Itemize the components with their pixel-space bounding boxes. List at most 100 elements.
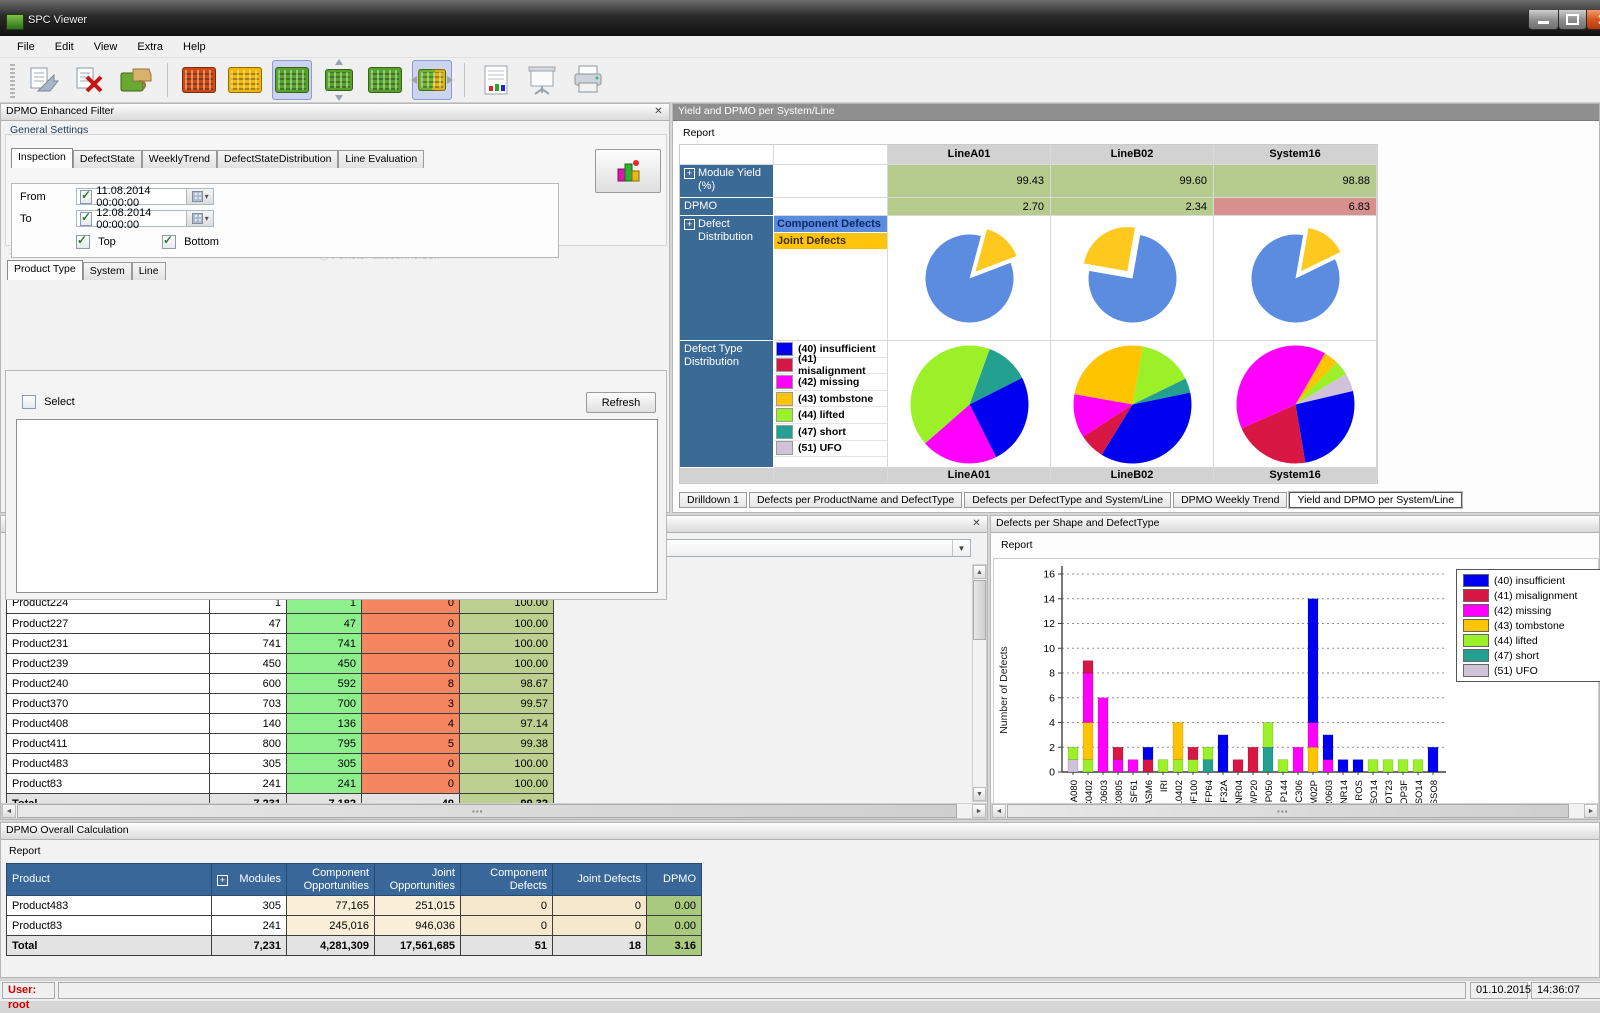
scroll-thumb[interactable] [973,580,986,640]
table-cell: Product240 [7,674,210,694]
col-header-dpmo[interactable]: DPMO [647,864,702,896]
col-header-modules[interactable]: +Modules [212,864,287,896]
scroll-right-icon[interactable]: ► [972,804,986,818]
minimize-button[interactable] [1528,10,1559,30]
table-cell: 100.00 [460,634,554,654]
to-date-field[interactable]: 12.08.2014 00:00:00 ▾ [76,210,214,227]
folder-board-icon [119,65,153,95]
col-header-joint-defects[interactable]: Joint Defects [553,864,647,896]
col-header-component-opportunities[interactable]: Component Opportunities [287,864,375,896]
tab-defects-per-productname[interactable]: Defects per ProductName and DefectType [749,492,962,508]
load-board-button[interactable] [117,61,155,99]
svg-text:NR14: NR14 [1339,780,1350,803]
table-cell: Product239 [7,654,210,674]
generate-report-button[interactable] [595,149,661,193]
tab-yield-and-dpmo[interactable]: Yield and DPMO per System/Line [1289,492,1462,508]
scroll-down-icon[interactable]: ▼ [973,787,986,801]
delete-report-button[interactable] [71,61,109,99]
tab-defects-per-defecttype[interactable]: Defects per DefectType and System/Line [964,492,1171,508]
board-view-button[interactable] [366,61,404,99]
defect-type-distribution-row-label: Defect Type Distribution [680,341,774,468]
top-checkbox[interactable] [76,235,90,249]
table-cell: 600 [210,674,287,694]
report-button[interactable] [477,61,515,99]
tab-product-type[interactable]: Product Type [7,260,83,280]
board-compare-button[interactable] [412,60,452,100]
tab-system[interactable]: System [83,262,132,280]
maximize-button[interactable] [1558,10,1587,30]
scroll-left-icon[interactable]: ◄ [2,804,16,818]
refresh-button[interactable]: Refresh [586,392,656,413]
arrow-up-icon [335,59,343,65]
col-header-component-defects[interactable]: Component Defects [461,864,553,896]
chevron-down-icon: ▼ [952,540,970,556]
table-cell: Total [7,936,212,956]
toolbar-grip[interactable] [10,62,15,98]
menu-view[interactable]: View [85,39,127,55]
overall-panel: DPMO Overall Calculation Report Product … [0,822,1600,978]
close-button[interactable] [1586,10,1600,30]
table-cell: 305 [287,754,362,774]
overview-hscrollbar[interactable]: ◄ ▪▪▪ ► [1,803,987,819]
bar-chart-legend: (40) insufficient(41) misalignment(42) m… [1456,569,1600,682]
tab-line[interactable]: Line [132,262,166,280]
tab-defectstatedistribution[interactable]: DefectStateDistribution [217,150,338,168]
table-cell: Product411 [7,734,210,754]
top-label: Top [98,236,116,248]
expander-icon[interactable]: + [217,875,228,886]
splitter-grip[interactable]: ▪▪▪ [1277,807,1289,816]
tab-line-evaluation[interactable]: Line Evaluation [338,150,424,168]
col-header-product[interactable]: Product [7,864,212,896]
svg-text:0: 0 [1049,767,1055,779]
bottom-checkbox[interactable] [162,235,176,249]
menu-edit[interactable]: Edit [46,39,83,55]
board-state-pass-button[interactable] [272,60,312,100]
legend-swatch [1463,664,1489,677]
select-checkbox[interactable] [22,395,36,409]
expander-icon[interactable]: + [684,168,695,179]
menu-help[interactable]: Help [174,39,215,55]
splitter-grip[interactable]: ▪▪▪ [472,807,484,816]
table-cell: Product483 [7,896,212,916]
expander-icon[interactable]: + [684,219,695,230]
scroll-right-icon[interactable]: ► [1584,804,1598,818]
table-cell: 305 [210,754,287,774]
pie-defect-type-lineB02 [1051,341,1214,468]
shape-hscrollbar[interactable]: ◄ ▪▪▪ ► [991,803,1599,819]
product-type-listbox[interactable] [16,419,658,593]
scroll-up-icon[interactable]: ▲ [973,565,986,579]
table-cell: 305 [212,896,287,916]
from-checkbox[interactable] [80,190,92,204]
tab-drilldown-1[interactable]: Drilldown 1 [679,492,747,508]
print-button[interactable] [569,61,607,99]
menu-file[interactable]: File [8,39,44,55]
export-report-button[interactable] [25,61,63,99]
table-cell: 17,561,685 [375,936,461,956]
table-cell: 946,036 [375,916,461,936]
menu-extra[interactable]: Extra [128,39,172,55]
tab-weeklytrend[interactable]: WeeklyTrend [142,150,217,168]
arrow-down-icon [335,95,343,101]
scroll-thumb[interactable] [17,804,957,818]
tab-dpmo-weekly-trend[interactable]: DPMO Weekly Trend [1173,492,1287,508]
overview-vscrollbar[interactable]: ▲ ▼ [972,564,987,802]
scroll-left-icon[interactable]: ◄ [992,804,1006,818]
legend-swatch [776,408,793,422]
col-header-joint-opportunities[interactable]: Joint Opportunities [375,864,461,896]
to-datepicker-button[interactable]: ▾ [186,211,213,226]
overall-table: Product +Modules Component Opportunities… [6,863,702,956]
filter-panel-close-icon[interactable]: ✕ [651,105,666,120]
tab-inspection[interactable]: Inspection [11,148,73,168]
overview-panel-close-icon[interactable]: ✕ [969,517,984,532]
from-date-field[interactable]: 11.08.2014 00:00:00 ▾ [76,188,214,205]
board-state-warn-button[interactable] [226,61,264,99]
presentation-button[interactable] [523,61,561,99]
calendar-icon [192,213,203,224]
from-datepicker-button[interactable]: ▾ [186,189,213,204]
board-sort-vertical-button[interactable] [320,61,358,99]
board-state-fail-button[interactable] [180,61,218,99]
to-checkbox[interactable] [80,212,92,226]
tab-defectstate[interactable]: DefectState [73,150,142,168]
legend-label: (47) short [798,426,846,438]
spc-viewer-window: { "window": {"title": "SPC Viewer"}, "me… [0,0,1600,1000]
